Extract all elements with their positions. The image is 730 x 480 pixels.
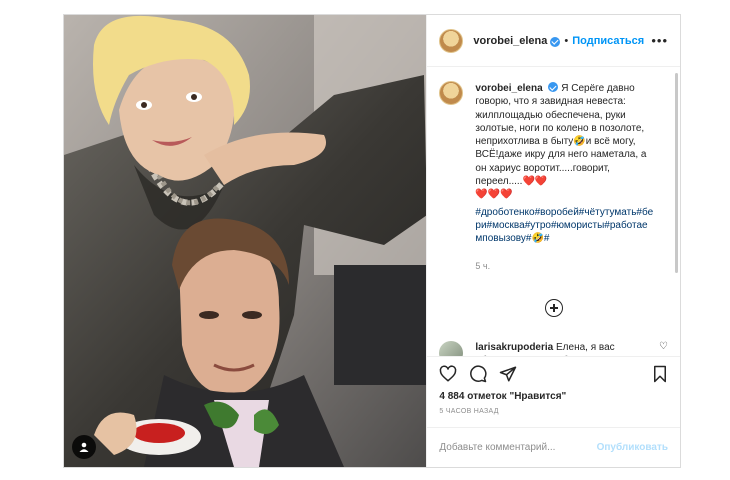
posted-time: 5 ЧАСОВ НАЗАД xyxy=(439,408,499,415)
paper-plane-icon[interactable] xyxy=(499,365,517,383)
caption-username[interactable]: vorobei_elena xyxy=(475,83,542,94)
follow-button[interactable]: Подписаться xyxy=(572,35,644,47)
comment-icon[interactable] xyxy=(469,365,487,383)
heart-icon[interactable] xyxy=(439,364,457,383)
verified-badge-icon xyxy=(548,82,559,92)
caption-hearts: ❤️❤️❤️ xyxy=(475,189,513,201)
post-header: vorobei_elena • Подписаться ••• xyxy=(427,15,680,67)
caption-row: vorobei_elena Я Серёге давно говорю, что… xyxy=(439,81,668,273)
post-photo-illustration xyxy=(64,15,427,467)
comment-avatar[interactable] xyxy=(439,340,464,356)
caption-time: 5 ч. xyxy=(475,260,491,271)
post-sidebar: vorobei_elena • Подписаться ••• vorobei_… xyxy=(426,15,680,467)
verified-badge-icon xyxy=(550,36,561,47)
plus-circle-icon[interactable] xyxy=(544,298,563,317)
publish-button[interactable]: Опубликовать xyxy=(597,442,668,453)
separator-dot: • xyxy=(564,34,569,47)
comment-text-block: larisakrupoderia Елена, я вас обожаю.. н… xyxy=(475,341,645,356)
caption-text: Я Серёге давно говорю, что я завидная не… xyxy=(475,83,647,188)
post-photo[interactable] xyxy=(64,15,427,467)
scrollbar[interactable] xyxy=(675,73,678,273)
likes-count[interactable]: 4 884 отметок "Нравится" xyxy=(427,390,680,404)
comment-username[interactable]: larisakrupoderia xyxy=(475,342,553,353)
more-options-icon[interactable]: ••• xyxy=(651,33,668,48)
avatar[interactable] xyxy=(439,28,464,53)
comment-input[interactable] xyxy=(439,442,597,453)
instagram-post: vorobei_elena • Подписаться ••• vorobei_… xyxy=(63,14,681,468)
comment-like-heart-icon[interactable]: ♡ xyxy=(659,341,668,356)
likes-label: отметок "Нравится" xyxy=(467,391,567,402)
comments-section[interactable]: vorobei_elena Я Серёге давно говорю, что… xyxy=(427,67,680,356)
user-tag-icon[interactable] xyxy=(72,435,96,459)
likes-number: 4 884 xyxy=(439,391,465,402)
bookmark-icon[interactable] xyxy=(652,365,668,383)
caption-hashtags[interactable]: #дроботенко#воробей#чётутумать#бери#моск… xyxy=(475,206,653,246)
action-bar xyxy=(427,356,680,390)
comment-item: larisakrupoderia Елена, я вас обожаю.. н… xyxy=(439,340,668,356)
caption-avatar[interactable] xyxy=(439,81,464,105)
header-username[interactable]: vorobei_elena xyxy=(473,35,547,47)
add-comment-bar: Опубликовать xyxy=(427,427,680,467)
caption: vorobei_elena Я Серёге давно говорю, что… xyxy=(475,81,653,273)
